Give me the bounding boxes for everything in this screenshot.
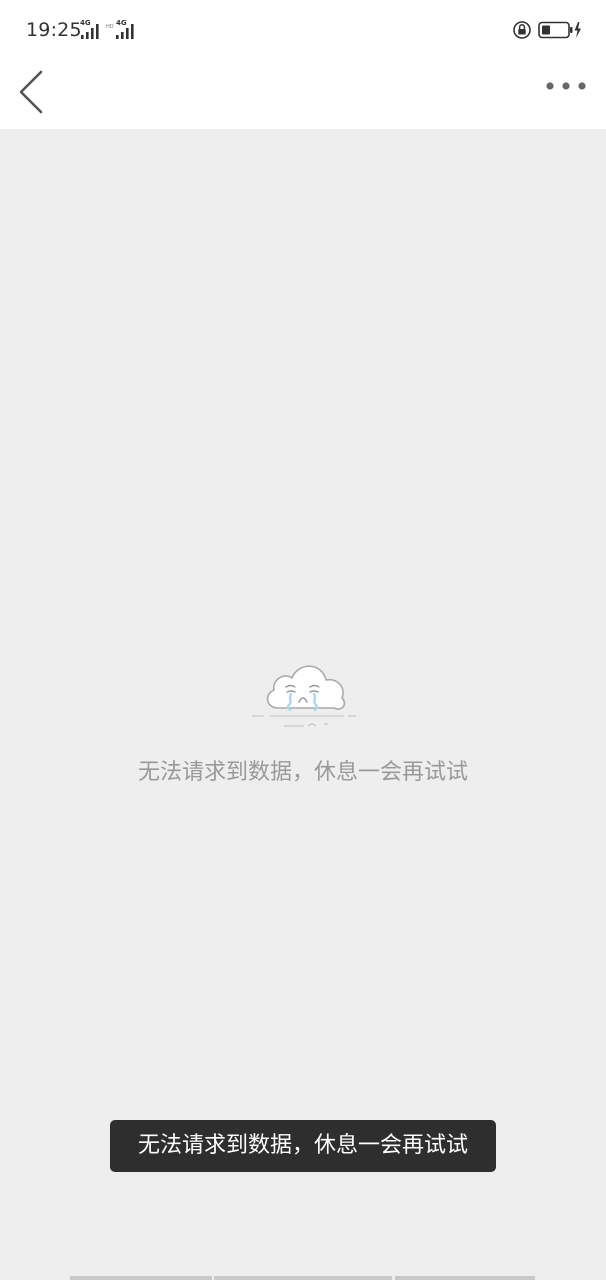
more-options-button[interactable] [540, 74, 592, 102]
svg-text:HD: HD [106, 24, 114, 30]
crying-cloud-icon [252, 665, 356, 727]
status-time: 19:25 [26, 19, 82, 41]
back-button[interactable] [12, 66, 56, 118]
more-dots-icon [546, 82, 586, 90]
status-bar: 19:25 4G 4G HD [0, 0, 606, 60]
main-content: 无法请求到数据，休息一会再试试 [0, 129, 606, 1280]
bottom-tab-fragment [70, 1276, 212, 1280]
top-nav-bar [0, 60, 606, 129]
bottom-tab-fragment [214, 1276, 392, 1280]
toast-message: 无法请求到数据，休息一会再试试 [110, 1120, 496, 1172]
bottom-tab-fragment [395, 1276, 535, 1280]
signal-icon: 4G [80, 19, 104, 40]
signal-icon: 4G HD [106, 19, 136, 40]
battery-charging-icon [538, 21, 581, 39]
chevron-left-icon [19, 70, 43, 114]
rotation-lock-icon [513, 21, 531, 39]
empty-state-message: 无法请求到数据，休息一会再试试 [137, 760, 468, 785]
